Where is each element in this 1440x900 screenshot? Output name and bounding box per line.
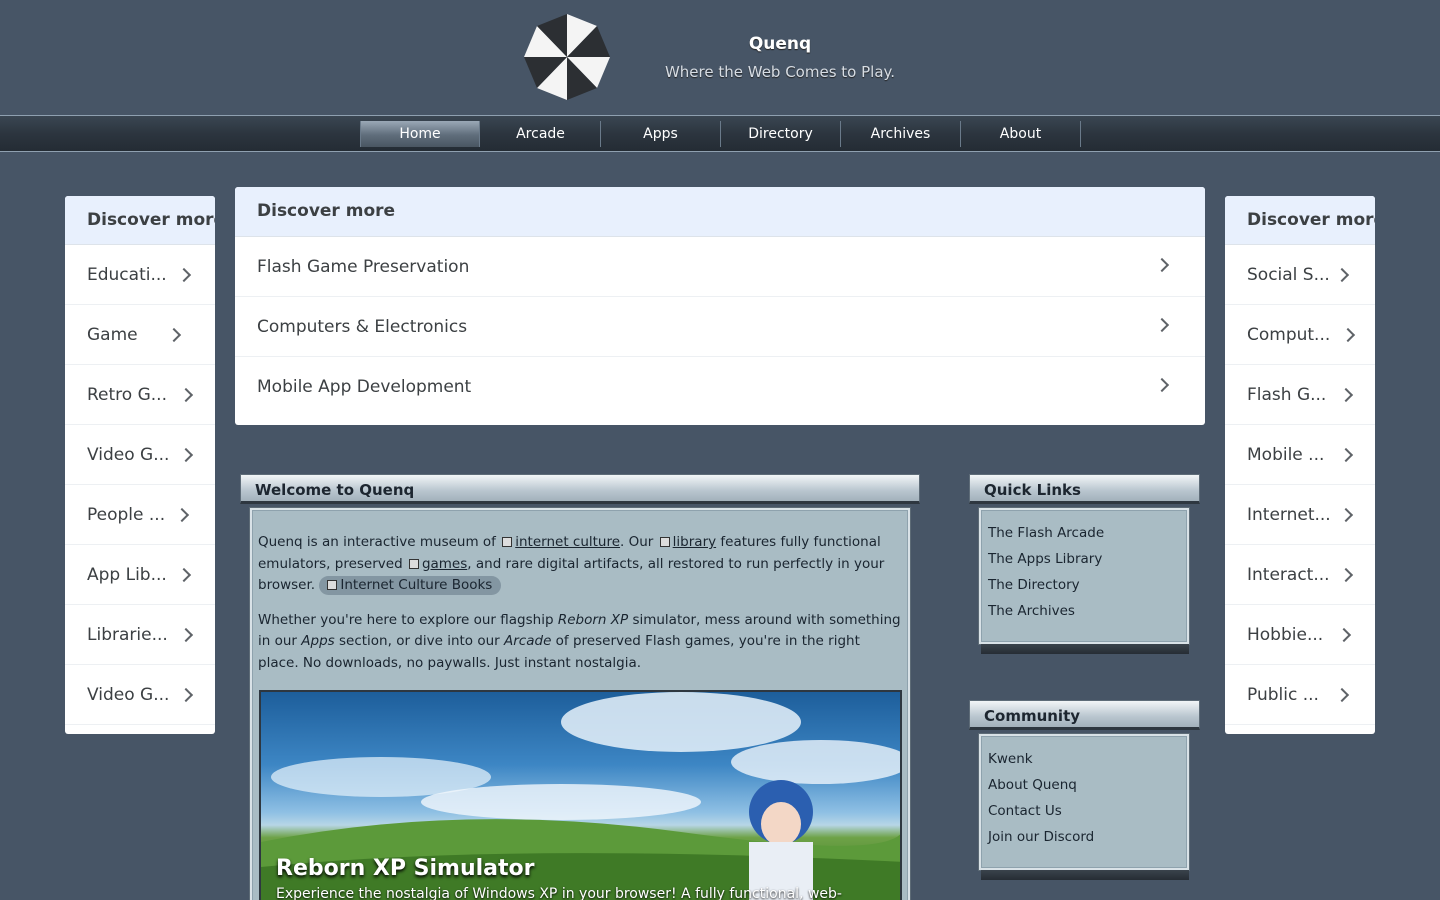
welcome-paragraph-1: Quenq is an interactive museum of intern… xyxy=(258,534,885,595)
external-link-icon xyxy=(408,558,419,569)
left-discover-card: Discover more Educati... Game Retro G...… xyxy=(65,196,215,734)
community-link-kwenk[interactable]: Kwenk xyxy=(981,746,1187,772)
center-discover-item[interactable]: Mobile App Development xyxy=(235,357,1205,417)
chevron-right-icon xyxy=(1154,257,1170,273)
chevron-right-icon xyxy=(1338,447,1354,463)
quick-links-body: The Flash Arcade The Apps Library The Di… xyxy=(979,508,1189,644)
chevron-right-icon xyxy=(1334,687,1350,703)
library-link[interactable]: library xyxy=(673,534,716,550)
left-discover-item[interactable]: App Lib... xyxy=(65,545,215,605)
left-discover-heading: Discover more xyxy=(65,196,215,245)
center-discover-item[interactable]: Flash Game Preservation xyxy=(235,237,1205,297)
chevron-right-icon xyxy=(1338,387,1354,403)
nav-directory[interactable]: Directory xyxy=(721,121,841,147)
chevron-right-icon xyxy=(178,447,194,463)
internet-culture-books-chip[interactable]: Internet Culture Books xyxy=(319,576,502,595)
quick-link-apps-library[interactable]: The Apps Library xyxy=(981,546,1187,572)
nav-about[interactable]: About xyxy=(961,121,1081,147)
external-link-icon xyxy=(502,537,513,547)
welcome-panel-title: Welcome to Quenq xyxy=(240,474,920,504)
chevron-right-icon xyxy=(166,327,182,343)
left-discover-item[interactable]: Video G... xyxy=(65,665,215,725)
chevron-right-icon xyxy=(1334,267,1350,283)
chevron-right-icon xyxy=(178,387,194,403)
center-discover-heading: Discover more xyxy=(235,187,1205,237)
panel-footer xyxy=(981,644,1189,654)
quick-links-title: Quick Links xyxy=(969,474,1200,504)
right-discover-item[interactable]: Mobile ... xyxy=(1225,425,1375,485)
community-body: Kwenk About Quenq Contact Us Join our Di… xyxy=(979,734,1189,870)
right-discover-item[interactable]: Public ... xyxy=(1225,665,1375,725)
right-discover-item[interactable]: Interact... xyxy=(1225,545,1375,605)
left-discover-item[interactable]: Game xyxy=(65,305,215,365)
chevron-right-icon xyxy=(1338,507,1354,523)
welcome-paragraph-2: Whether you're here to explore our flags… xyxy=(258,611,901,671)
quick-link-directory[interactable]: The Directory xyxy=(981,572,1187,598)
main-nav: Home Arcade Apps Directory Archives Abou… xyxy=(0,115,1440,152)
nav-arcade[interactable]: Arcade xyxy=(481,121,601,147)
center-discover-item[interactable]: Computers & Electronics xyxy=(235,297,1205,357)
right-discover-item[interactable]: Comput... xyxy=(1225,305,1375,365)
panel-footer xyxy=(981,870,1189,880)
chevron-right-icon xyxy=(178,627,194,643)
community-link-about[interactable]: About Quenq xyxy=(981,772,1187,798)
chevron-right-icon xyxy=(178,687,194,703)
chevron-right-icon xyxy=(176,267,192,283)
site-header: Quenq Where the Web Comes to Play. xyxy=(0,0,1440,115)
nav-apps[interactable]: Apps xyxy=(601,121,721,147)
center-discover-card: Discover more Flash Game Preservation Co… xyxy=(235,187,1205,425)
hero-description: Experience the nostalgia of Windows XP i… xyxy=(276,886,842,900)
right-discover-item[interactable]: Social S... xyxy=(1225,245,1375,305)
chevron-right-icon xyxy=(176,567,192,583)
community-link-discord[interactable]: Join our Discord xyxy=(981,824,1187,850)
left-discover-item[interactable]: Librarie... xyxy=(65,605,215,665)
chevron-right-icon xyxy=(1336,627,1352,643)
quick-link-archives[interactable]: The Archives xyxy=(981,598,1187,624)
chevron-right-icon xyxy=(1154,317,1170,333)
reborn-xp-hero-banner[interactable]: Reborn XP Simulator Experience the nosta… xyxy=(259,690,902,900)
left-discover-item[interactable]: Retro G... xyxy=(65,365,215,425)
left-discover-item[interactable]: People ... xyxy=(65,485,215,545)
welcome-text: Quenq is an interactive museum of intern… xyxy=(252,532,908,674)
right-discover-heading: Discover more xyxy=(1225,196,1375,245)
internet-culture-link[interactable]: internet culture xyxy=(515,534,620,550)
right-discover-card: Discover more Social S... Comput... Flas… xyxy=(1225,196,1375,734)
games-link[interactable]: games xyxy=(422,556,467,572)
search-chip-icon xyxy=(327,580,338,590)
external-link-icon xyxy=(659,537,670,547)
nav-home[interactable]: Home xyxy=(360,121,480,147)
community-panel: Community Kwenk About Quenq Contact Us J… xyxy=(969,700,1200,885)
site-tagline: Where the Web Comes to Play. xyxy=(664,63,896,81)
umbrella-logo-icon[interactable] xyxy=(522,12,612,102)
nav-archives[interactable]: Archives xyxy=(841,121,961,147)
chevron-right-icon xyxy=(1338,567,1354,583)
community-link-contact[interactable]: Contact Us xyxy=(981,798,1187,824)
chevron-right-icon xyxy=(1154,377,1170,393)
site-title[interactable]: Quenq xyxy=(680,34,880,54)
quick-links-panel: Quick Links The Flash Arcade The Apps Li… xyxy=(969,474,1200,656)
quick-link-flash-arcade[interactable]: The Flash Arcade xyxy=(981,520,1187,546)
chevron-right-icon xyxy=(174,507,190,523)
right-discover-item[interactable]: Flash G... xyxy=(1225,365,1375,425)
chevron-right-icon xyxy=(1340,327,1356,343)
right-discover-item[interactable]: Internet... xyxy=(1225,485,1375,545)
left-discover-item[interactable]: Video G... xyxy=(65,425,215,485)
hero-title: Reborn XP Simulator xyxy=(276,856,535,881)
left-discover-item[interactable]: Educati... xyxy=(65,245,215,305)
right-discover-item[interactable]: Hobbie... xyxy=(1225,605,1375,665)
community-title: Community xyxy=(969,700,1200,730)
